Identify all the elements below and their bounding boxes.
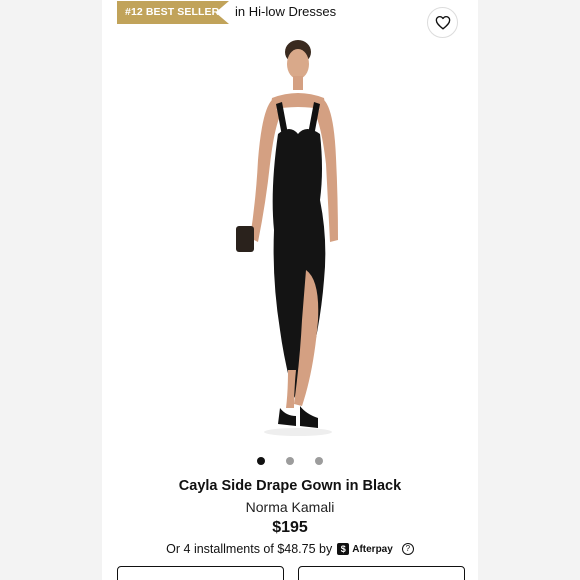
question-circle-icon[interactable]: ?: [401, 543, 414, 555]
product-price: $195: [272, 519, 308, 536]
background-right: [478, 0, 580, 580]
color-select-button[interactable]: [298, 566, 465, 580]
best-seller-badge: #12 BEST SELLER: [117, 1, 229, 24]
image-carousel-dots: [102, 457, 478, 465]
favorite-button[interactable]: [427, 7, 458, 38]
product-brand[interactable]: Norma Kamali: [102, 499, 478, 515]
afterpay-badge: $ Afterpay: [337, 543, 393, 555]
product-image[interactable]: [202, 30, 378, 448]
product-card: #12 BEST SELLER in Hi-low Dresses Cayla …: [102, 0, 478, 580]
carousel-dot[interactable]: [286, 457, 294, 465]
afterpay-label: Afterpay: [352, 543, 393, 555]
installments-info: Or 4 installments of $48.75 by $ Afterpa…: [102, 542, 478, 556]
category-link[interactable]: in Hi-low Dresses: [235, 4, 336, 19]
carousel-dot[interactable]: [257, 457, 265, 465]
heart-outline-icon: [435, 15, 450, 30]
installments-text: Or 4 installments of $48.75 by: [166, 542, 333, 556]
product-title: Cayla Side Drape Gown in Black: [178, 478, 402, 494]
afterpay-logo-icon: $: [337, 543, 350, 555]
background-left: [0, 0, 102, 580]
carousel-dot[interactable]: [315, 457, 323, 465]
size-select-button[interactable]: [117, 566, 284, 580]
